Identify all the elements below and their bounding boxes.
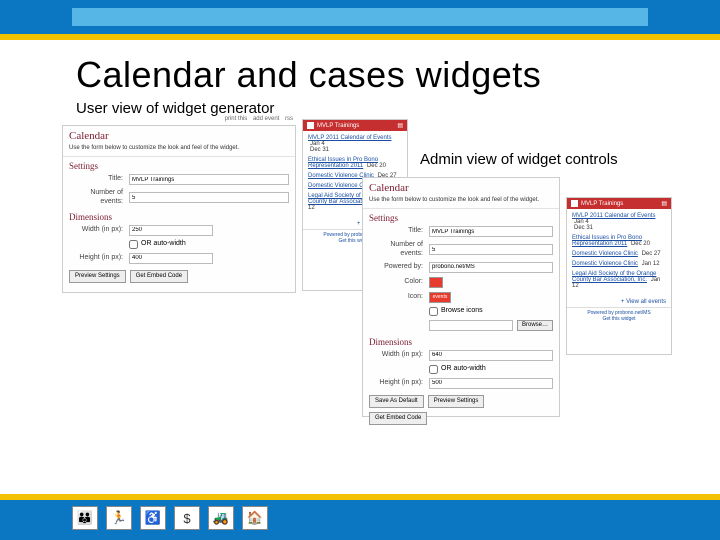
width-label: Width (in px):: [69, 226, 129, 234]
admin-widget-panel: Calendar Use the form below to customize…: [362, 177, 560, 417]
event-link[interactable]: Legal Aid Society of the Orange County B…: [572, 271, 656, 283]
admin-button-row-2: Get Embed Code: [363, 412, 559, 429]
family-icon: 👪: [72, 506, 98, 530]
event-list: MVLP 2011 Calendar of Events Jan 4Dec 31…: [567, 209, 671, 297]
dimensions-heading: Dimensions: [63, 208, 295, 223]
calendar-desc: Use the form below to customize the look…: [363, 197, 559, 209]
icon-file-input[interactable]: [429, 320, 513, 331]
height-row: Height (in px):: [63, 251, 295, 266]
content-canvas: print this add event rss Calendar Use th…: [0, 125, 720, 485]
title-row: Title:: [63, 172, 295, 187]
preview-title: MVLP Trainings: [317, 123, 359, 129]
height-input[interactable]: [429, 378, 553, 389]
event-link[interactable]: Domestic Violence Clinic: [572, 261, 638, 267]
numevents-row: Number of events:: [63, 187, 295, 208]
width-input[interactable]: [129, 225, 213, 236]
user-caption: User view of widget generator: [76, 100, 720, 117]
autowidth-checkbox[interactable]: [129, 240, 138, 249]
event-item: Ethical Issues in Pro Bono Representatio…: [308, 157, 402, 169]
title-input[interactable]: [429, 226, 553, 237]
icon-preview: events: [429, 292, 451, 303]
event-item: MVLP 2011 Calendar of Events Jan 4Dec 31: [308, 135, 402, 153]
footer-icon-row: 👪 🏃 ♿ $ 🚜 🏠: [72, 506, 268, 530]
rss-link[interactable]: rss: [285, 116, 293, 122]
autowidth-label: OR auto-width: [441, 365, 486, 373]
calendar-heading: Calendar: [63, 126, 295, 145]
preview-header: MVLP Trainings ▤: [567, 198, 671, 209]
preview-logo-icon: [307, 122, 314, 129]
slide-title: Calendar and cases widgets: [76, 54, 720, 96]
event-item: Legal Aid Society of the Orange County B…: [572, 271, 666, 289]
width-input[interactable]: [429, 350, 553, 361]
add-event-link[interactable]: add event: [253, 116, 279, 122]
dollar-icon: $: [174, 506, 200, 530]
event-item: MVLP 2011 Calendar of Events Jan 4Dec 31: [572, 213, 666, 231]
print-link[interactable]: print this: [225, 116, 248, 122]
numevents-input[interactable]: [429, 244, 553, 255]
embed-button[interactable]: Get Embed Code: [130, 270, 188, 283]
numevents-label: Number of events:: [369, 241, 429, 258]
preview-logo-icon: [571, 200, 578, 207]
powered-label: Powered by:: [369, 263, 429, 271]
admin-preview-panel: MVLP Trainings ▤ MVLP 2011 Calendar of E…: [566, 197, 672, 355]
preview-header: MVLP Trainings ▤: [303, 120, 407, 131]
save-default-button[interactable]: Save As Default: [369, 395, 424, 408]
autowidth-row: OR auto-width: [63, 238, 295, 251]
powered-input[interactable]: [429, 262, 553, 273]
calendar-heading: Calendar: [363, 178, 559, 197]
title-label: Title:: [69, 175, 129, 183]
width-label: Width (in px):: [369, 351, 429, 359]
event-link[interactable]: Domestic Violence Clinic: [572, 251, 638, 257]
height-label: Height (in px):: [369, 379, 429, 387]
accessibility-icon: ♿: [140, 506, 166, 530]
autowidth-checkbox[interactable]: [429, 365, 438, 374]
dimensions-heading: Dimensions: [363, 333, 559, 348]
browse-icons-checkbox[interactable]: [429, 307, 438, 316]
embed-button[interactable]: Get Embed Code: [369, 412, 427, 425]
header-accent: [72, 8, 648, 26]
tractor-icon: 🚜: [208, 506, 234, 530]
header-divider: [0, 34, 720, 40]
width-row: Width (in px):: [63, 223, 295, 238]
event-item: Domestic Violence Clinic Jan 12: [572, 261, 666, 267]
user-widget-panel: print this add event rss Calendar Use th…: [62, 125, 296, 293]
house-icon: 🏠: [242, 506, 268, 530]
preview-button[interactable]: Preview Settings: [69, 270, 126, 283]
user-toolbar: print this add event rss: [221, 116, 293, 123]
browse-button[interactable]: Browse…: [517, 320, 553, 331]
admin-caption: Admin view of widget controls: [420, 151, 680, 168]
preview-button[interactable]: Preview Settings: [428, 395, 485, 408]
numevents-input[interactable]: [129, 192, 289, 203]
numevents-label: Number of events:: [69, 189, 129, 206]
event-item: Ethical Issues in Pro Bono Representatio…: [572, 235, 666, 247]
settings-heading: Settings: [363, 209, 559, 224]
footer-bar: 👪 🏃 ♿ $ 🚜 🏠: [0, 500, 720, 540]
user-button-row: Preview Settings Get Embed Code: [63, 266, 295, 287]
admin-button-row: Save As Default Preview Settings: [363, 391, 559, 412]
rss-icon[interactable]: ▤: [661, 200, 667, 207]
browse-icons-label: Browse icons: [441, 307, 483, 315]
rss-icon[interactable]: ▤: [397, 122, 403, 129]
color-label: Color:: [369, 278, 429, 286]
title-input[interactable]: [129, 174, 289, 185]
color-swatch[interactable]: [429, 277, 443, 288]
event-item: Domestic Violence Clinic Dec 27: [572, 251, 666, 257]
calendar-desc: Use the form below to customize the look…: [63, 145, 295, 157]
height-label: Height (in px):: [69, 254, 129, 262]
height-input[interactable]: [129, 253, 213, 264]
preview-footer: Powered by probono.net/MS Get this widge…: [567, 307, 671, 324]
autowidth-label: OR auto-width: [141, 240, 186, 248]
view-all-link[interactable]: + View all events: [567, 297, 671, 307]
icon-label: Icon:: [369, 293, 429, 301]
preview-title: MVLP Trainings: [581, 201, 623, 207]
header-bar: [0, 0, 720, 34]
footer: 👪 🏃 ♿ $ 🚜 🏠: [0, 494, 720, 540]
running-icon: 🏃: [106, 506, 132, 530]
settings-heading: Settings: [63, 157, 295, 172]
title-label: Title:: [369, 227, 429, 235]
